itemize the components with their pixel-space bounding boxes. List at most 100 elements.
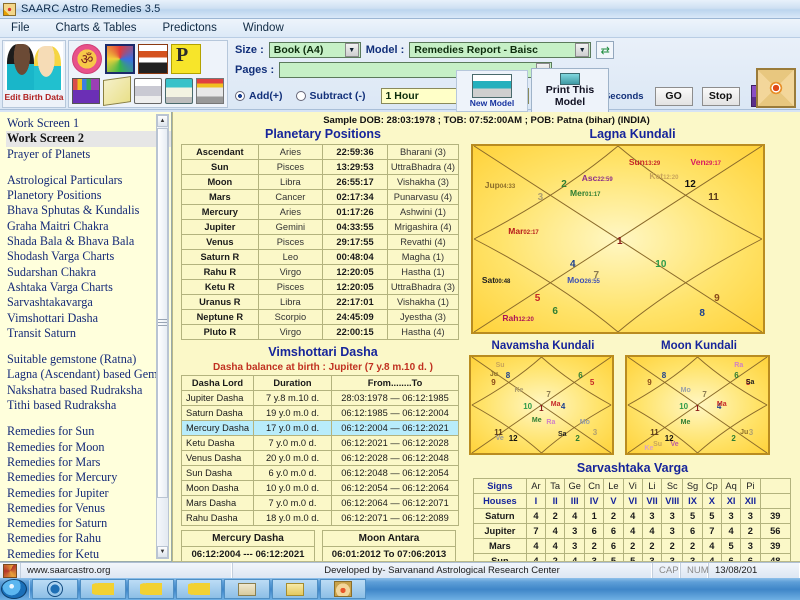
sidebar-item-bhava-sphutas-kundalis[interactable]: Bhava Sphutas & Kundalis xyxy=(6,203,171,218)
size-select[interactable]: Book (A4) ▼ xyxy=(268,42,361,58)
om-icon[interactable] xyxy=(72,44,102,74)
sidebar-item-ashtaka-varga-charts[interactable]: Ashtaka Varga Charts xyxy=(6,280,171,295)
scroll-up-icon[interactable]: ▲ xyxy=(157,115,168,127)
taskbar-item-folder[interactable] xyxy=(272,579,318,599)
moon-kundali-chart[interactable]: 1 2 3 4 5 6 7 8 9 10 11 12 Ra Sa Mo Ma Me Ju Su Ke Ve xyxy=(625,355,770,455)
sidebar-item-vimshottari-dasha[interactable]: Vimshottari Dasha xyxy=(6,311,171,326)
scrollbar-thumb[interactable] xyxy=(157,128,168,498)
new-model-button[interactable]: New Model xyxy=(456,70,528,112)
stop-button[interactable]: Stop xyxy=(701,86,740,106)
sv-value: 6 xyxy=(584,523,605,539)
taskbar-item-key-3[interactable] xyxy=(176,579,222,599)
sv-planet: Saturn xyxy=(473,508,527,524)
table-row[interactable]: Moon Dasha 10 y.0 m.0 d. 06:12:2054 — 06:1… xyxy=(181,480,459,496)
panel-icon[interactable] xyxy=(138,44,168,74)
table-row[interactable]: Ketu Dasha 7 y.0 m.0 d. 06:12:2021 — 06:12… xyxy=(181,435,459,451)
sv-value: 3 xyxy=(661,508,684,524)
folder-icon xyxy=(286,582,304,596)
sidebar-item-astrological-particulars[interactable]: Astrological Particulars xyxy=(6,173,171,188)
taskbar-item-astro-app[interactable] xyxy=(320,579,366,599)
sidebar-item-remedies-jupiter[interactable]: Remedies for Jupiter xyxy=(6,486,171,501)
kundali-planet-label: Rah12:20 xyxy=(502,313,534,324)
sidebar-item-remedies-saturn[interactable]: Remedies for Saturn xyxy=(6,516,171,531)
table-row[interactable]: Mars Dasha 7 y.0 m.0 d. 06:12:2064 — 06:12… xyxy=(181,495,459,511)
dasha-duration: 7 y.0 m.0 d. xyxy=(253,495,332,511)
sidebar-item-prayer-of-planets[interactable]: Prayer of Planets xyxy=(6,147,171,162)
sidebar-item-planetory-positions[interactable]: Planetory Positions xyxy=(6,188,171,203)
taskbar-item-key-2[interactable] xyxy=(128,579,174,599)
sidebar-item-work-screen-2[interactable]: Work Screen 2 xyxy=(6,131,171,147)
sidebar-item-suitable-gemstone[interactable]: Suitable gemstone (Ratna) xyxy=(6,352,171,367)
sidebar-item-lagna-based-gems[interactable]: Lagna (Ascendant) based Gems xyxy=(6,367,171,382)
edit-birth-data-button[interactable]: Edit Birth Data xyxy=(2,40,66,108)
scroll-down-icon[interactable]: ▼ xyxy=(157,546,168,558)
taskbar-item-key-1[interactable] xyxy=(80,579,126,599)
p-letter-icon[interactable] xyxy=(171,44,201,74)
sidebar-item-shada-bala-bhava-bala[interactable]: Shada Bala & Bhava Bala xyxy=(6,234,171,249)
lagna-kundali-chart[interactable]: 1 2 3 4 5 6 7 8 9 10 11 12 Asc22:59 Mer01:17 Sun13:29 K… xyxy=(471,144,765,334)
subtract-radio[interactable]: Subtract (-) xyxy=(295,90,366,102)
sign-cell: Ta xyxy=(545,478,566,494)
taskbar-item-ie[interactable] xyxy=(32,579,78,599)
sign-cell: Sc xyxy=(661,478,684,494)
house-number: 2 xyxy=(575,434,580,443)
sidebar-item-shodash-varga-charts[interactable]: Shodash Varga Charts xyxy=(6,249,171,264)
chevron-down-icon[interactable]: ▼ xyxy=(344,43,359,57)
table-row[interactable]: Venus Dasha 20 y.0 m.0 d. 06:12:2028 — 06:… xyxy=(181,450,459,466)
planet-sign: Leo xyxy=(257,249,324,265)
chevron-down-icon[interactable]: ▼ xyxy=(575,43,590,57)
sidebar-item-remedies-venus[interactable]: Remedies for Venus xyxy=(6,501,171,516)
menu-item-file[interactable]: File xyxy=(8,21,33,35)
sidebar-item-remedies-rahu[interactable]: Remedies for Rahu xyxy=(6,531,171,546)
sidebar-item-remedies-moon[interactable]: Remedies for Moon xyxy=(6,440,171,455)
taskbar-item-mail[interactable] xyxy=(224,579,270,599)
sidebar-item-remedies-ketu[interactable]: Remedies for Ketu xyxy=(6,547,171,561)
envelope-icon[interactable] xyxy=(103,76,131,106)
dasha-lord: Ketu Dasha xyxy=(181,435,254,451)
sidebar-item-work-screen-1[interactable]: Work Screen 1 xyxy=(6,116,171,131)
sv-value: 5 xyxy=(603,553,624,561)
printer-color-icon[interactable] xyxy=(165,78,193,104)
table-row[interactable]: Mercury Dasha 17 y.0 m.0 d. 06:12:2004 — 0… xyxy=(181,420,459,436)
model-select[interactable]: Remedies Report - Baisc ▼ xyxy=(409,42,592,58)
sidebar-item-sudarshan-chakra[interactable]: Sudarshan Chakra xyxy=(6,265,171,280)
house-number: 9 xyxy=(491,378,496,387)
sidebar-item-sarvashtakavarga[interactable]: Sarvashtakavarga xyxy=(6,295,171,310)
table-row[interactable]: Rahu Dasha 18 y.0 m.0 d. 06:12:2071 — 06:1… xyxy=(181,510,459,526)
key-icon xyxy=(92,583,114,595)
menu-item-predictons[interactable]: Predictons xyxy=(160,21,220,35)
mandala-icon[interactable] xyxy=(756,68,796,108)
status-url[interactable]: www.saarcastro.org xyxy=(20,562,232,579)
start-button[interactable] xyxy=(1,579,27,599)
navamsha-kundali-chart[interactable]: 1 2 3 4 5 6 7 8 9 10 11 12 Su Ju Ke Ma Me Ra Mo Sa Ve xyxy=(469,355,614,455)
sv-value: 3 xyxy=(661,523,684,539)
go-button[interactable]: GO xyxy=(654,86,693,106)
planet-name: Mercury xyxy=(181,204,259,220)
add-radio[interactable]: Add(+) xyxy=(235,90,283,102)
menu-item-charts-tables[interactable]: Charts & Tables xyxy=(53,21,140,35)
sidebar-item-transit-saturn[interactable]: Transit Saturn xyxy=(6,326,171,341)
sidebar-item-remedies-mercury[interactable]: Remedies for Mercury xyxy=(6,470,171,485)
interval-value: 1 Hour xyxy=(385,90,419,102)
sidebar-item-remedies-mars[interactable]: Remedies for Mars xyxy=(6,455,171,470)
bar-chart-icon[interactable] xyxy=(72,78,100,104)
house-cell: VIII xyxy=(661,493,684,509)
dasha-duration: 18 y.0 m.0 d. xyxy=(253,510,332,526)
sv-total: 48 xyxy=(759,553,792,561)
sidebar-item-nakshatra-rudraksha[interactable]: Nakshatra based Rudraksha xyxy=(6,383,171,398)
sidebar-item-remedies-sun[interactable]: Remedies for Sun xyxy=(6,424,171,439)
sidebar-item-graha-maitri-chakra[interactable]: Graha Maitri Chakra xyxy=(6,219,171,234)
table-row: Ascendant Aries 22:59:36 Bharani (3) xyxy=(181,144,460,160)
table-row[interactable]: Jupiter Dasha 7 y.8 m.10 d. 28:03:1978 — 0… xyxy=(181,390,459,406)
table-row[interactable]: Saturn Dasha 19 y.0 m.0 d. 06:12:1985 — 06… xyxy=(181,405,459,421)
planet-degree: 04:33:55 xyxy=(322,219,388,235)
sidebar-item-tithi-rudraksha[interactable]: Tithi based Rudraksha xyxy=(6,398,171,413)
menu-item-window[interactable]: Window xyxy=(240,21,287,35)
diamond-chart-icon[interactable] xyxy=(105,44,135,74)
sidebar-scrollbar[interactable]: ▲ ▼ xyxy=(156,114,169,559)
table-row[interactable]: Sun Dasha 6 y.0 m.0 d. 06:12:2048 — 06:12:… xyxy=(181,465,459,481)
refresh-icon[interactable]: ⇄ xyxy=(596,41,615,59)
list-report-icon[interactable] xyxy=(196,78,224,104)
print-this-model-button[interactable]: Print This Model xyxy=(531,68,609,114)
printer-icon[interactable] xyxy=(134,78,162,104)
